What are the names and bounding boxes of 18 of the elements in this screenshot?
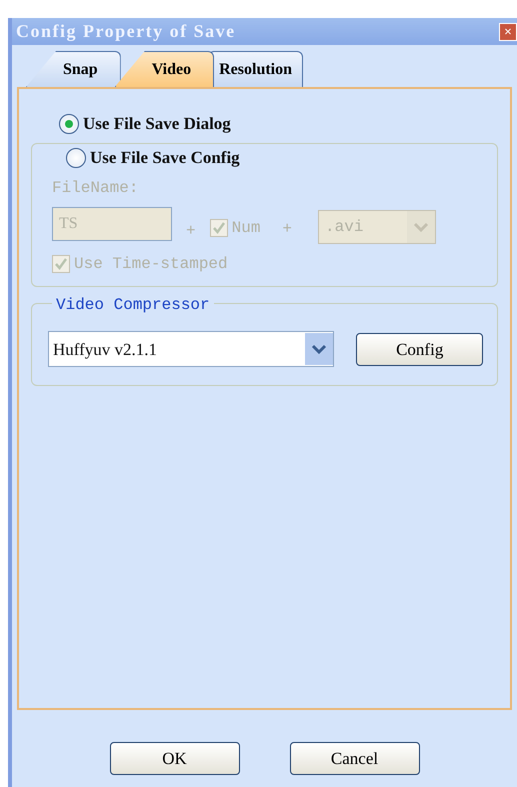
plus-sign: + <box>186 221 196 242</box>
checkbox-label: Use Time-stamped <box>74 254 228 276</box>
dialog-button[interactable]: Cancel <box>290 742 420 775</box>
tab[interactable]: Snap <box>26 51 121 87</box>
dialog-button[interactable]: OK <box>110 742 240 775</box>
window-title: Config Property of Save <box>16 20 236 43</box>
radio-label: Use File Save Config <box>90 146 240 169</box>
field-label: FileName: <box>52 178 140 200</box>
close-button[interactable]: ✕ <box>499 22 517 40</box>
plus-sign: + <box>282 219 292 240</box>
checkbox-label: Num <box>232 218 260 240</box>
codec-dropdown[interactable]: Huffyuv v2.1.1 <box>48 331 334 368</box>
group-title: Video Compressor <box>52 296 214 314</box>
config-button[interactable]: Config <box>356 332 483 366</box>
dropdown-value: .avi <box>325 217 364 238</box>
tab[interactable]: Video <box>114 51 214 87</box>
radio-label: Use File Save Dialog <box>83 113 231 135</box>
dropdown-value: Huffyuv v2.1.1 <box>53 338 158 361</box>
